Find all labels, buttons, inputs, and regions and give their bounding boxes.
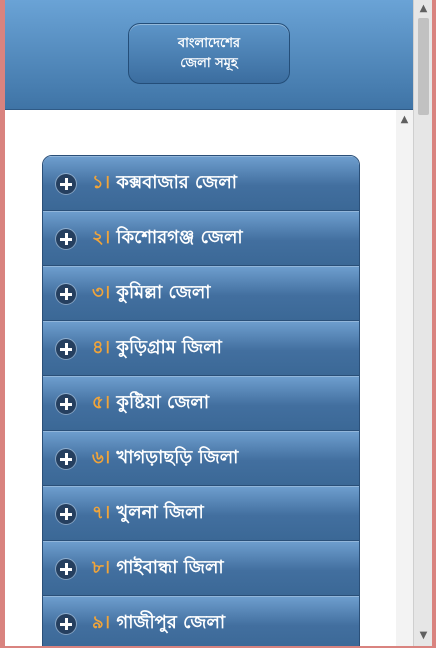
list-item[interactable]: ৪। কুড়িগ্রাম জিলা	[43, 321, 359, 376]
chevron-up-icon[interactable]: ▲	[414, 1, 432, 17]
plus-circle-icon[interactable]	[56, 614, 76, 634]
title-button[interactable]: বাংলাদেশের জেলা সমূহ	[128, 23, 290, 84]
list-item[interactable]: ১। কক্সবাজার জেলা	[43, 156, 359, 211]
plus-circle-icon[interactable]	[56, 394, 76, 414]
content-scrollbar[interactable]: ▲	[396, 110, 413, 646]
title-line-2: জেলা সমূহ	[180, 55, 238, 71]
list-item-label: ৮। গাইবান্ধা জিলা	[92, 557, 224, 578]
header-bar: বাংলাদেশের জেলা সমূহ	[5, 0, 413, 110]
plus-circle-icon[interactable]	[56, 174, 76, 194]
list-item-label: ২। কিশোরগঞ্জ জেলা	[92, 227, 243, 248]
list-item-label: ৩। কুমিল্লা জেলা	[92, 282, 211, 303]
list-item-label: ৫। কুষ্টিয়া জেলা	[92, 392, 210, 413]
list-item[interactable]: ৬। খাগড়াছড়ি জিলা	[43, 431, 359, 486]
chevron-up-icon[interactable]: ▲	[396, 112, 413, 128]
app-window: বাংলাদেশের জেলা সমূহ ▲ ১। কক্সবাজার জেলা…	[5, 0, 432, 646]
list-item[interactable]: ২। কিশোরগঞ্জ জেলা	[43, 211, 359, 266]
chevron-down-icon[interactable]: ▼	[414, 628, 432, 644]
list-item-label: ১। কক্সবাজার জেলা	[92, 172, 237, 193]
window-scrollbar[interactable]: ▲ ▼	[413, 0, 432, 646]
list-item-label: ৭। খুলনা জিলা	[92, 502, 204, 523]
plus-circle-icon[interactable]	[56, 284, 76, 304]
list-item[interactable]: ৭। খুলনা জিলা	[43, 486, 359, 541]
list-item[interactable]: ৮। গাইবান্ধা জিলা	[43, 541, 359, 596]
plus-circle-icon[interactable]	[56, 339, 76, 359]
district-list: ১। কক্সবাজার জেলা ২। কিশোরগঞ্জ জেলা ৩। ক…	[42, 155, 360, 646]
plus-circle-icon[interactable]	[56, 229, 76, 249]
plus-circle-icon[interactable]	[56, 449, 76, 469]
list-item[interactable]: ৩। কুমিল্লা জেলা	[43, 266, 359, 321]
list-item-label: ৬। খাগড়াছড়ি জিলা	[92, 447, 239, 468]
list-item[interactable]: ৫। কুষ্টিয়া জেলা	[43, 376, 359, 431]
list-item-label: ৪। কুড়িগ্রাম জিলা	[92, 337, 222, 358]
list-item[interactable]: ৯। গাজীপুর জেলা	[43, 596, 359, 646]
plus-circle-icon[interactable]	[56, 559, 76, 579]
title-line-1: বাংলাদেশের	[177, 35, 241, 51]
list-item-label: ৯। গাজীপুর জেলা	[92, 612, 226, 633]
plus-circle-icon[interactable]	[56, 504, 76, 524]
scrollbar-thumb[interactable]	[418, 18, 429, 115]
